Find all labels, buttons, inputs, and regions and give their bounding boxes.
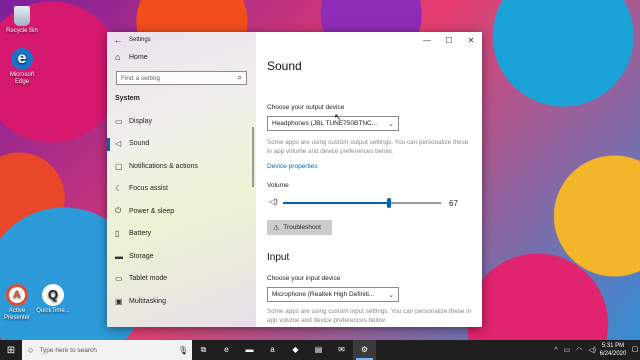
desktop-icon-active-presenter[interactable]: A Active Presenter bbox=[0, 284, 37, 322]
multitasking-icon: ▣ bbox=[115, 296, 123, 306]
desktop-icon-quicktime[interactable]: Q QuickTime... bbox=[33, 284, 73, 315]
sidebar-item-label: Battery bbox=[129, 230, 152, 238]
sidebar: ⌂ Home Find a setting ⌕ System ▭ Display… bbox=[107, 32, 256, 327]
sidebar-item-label: Multitasking bbox=[129, 297, 166, 305]
mouse-cursor-icon: ↖ bbox=[334, 112, 342, 122]
desktop-icon-label: Microsoft Edge bbox=[9, 72, 35, 85]
notification-icon: ▢ bbox=[115, 161, 123, 171]
sidebar-item-battery[interactable]: ▯ Battery bbox=[107, 223, 256, 246]
desktop-icon-label: QuickTime... bbox=[36, 308, 70, 314]
sidebar-item-notifications[interactable]: ▢ Notifications & actions bbox=[107, 155, 256, 178]
home-icon: ⌂ bbox=[115, 52, 121, 62]
moon-icon: ☾ bbox=[115, 184, 123, 194]
sidebar-item-sound[interactable]: ◁ Sound bbox=[107, 133, 256, 156]
search-icon: ⌕ bbox=[237, 73, 242, 82]
device-properties-link[interactable]: Device properties bbox=[267, 163, 318, 170]
windows-start-icon[interactable]: ⊞ bbox=[0, 345, 22, 356]
microphone-icon[interactable]: 🎙 bbox=[178, 346, 192, 355]
active-presenter-icon: A bbox=[6, 284, 28, 306]
amazon-icon[interactable]: a bbox=[261, 340, 284, 360]
monitor-icon: ▭ bbox=[115, 116, 123, 126]
battery-icon[interactable]: ▭ bbox=[564, 346, 571, 354]
desktop-icon-label: Active Presenter bbox=[3, 308, 30, 321]
sidebar-item-storage[interactable]: ▬ Storage bbox=[107, 245, 256, 268]
sidebar-section-title: System bbox=[115, 95, 140, 102]
output-note: Some apps are using custom output settin… bbox=[267, 139, 469, 155]
chevron-down-icon: ⌄ bbox=[388, 120, 394, 128]
chevron-up-icon[interactable]: ^ bbox=[554, 347, 557, 354]
volume-value: 67 bbox=[449, 199, 458, 208]
speaker-icon[interactable]: ◁) bbox=[269, 197, 278, 206]
sidebar-item-display[interactable]: ▭ Display bbox=[107, 110, 256, 133]
find-setting-input[interactable]: Find a setting ⌕ bbox=[116, 71, 247, 85]
sidebar-item-multitasking[interactable]: ▣ Multitasking bbox=[107, 290, 256, 313]
input-heading: Input bbox=[267, 252, 290, 263]
storage-icon: ▬ bbox=[115, 251, 123, 261]
settings-window: ⌂ Home Find a setting ⌕ System ▭ Display… bbox=[107, 32, 482, 327]
sidebar-scrollbar[interactable] bbox=[252, 127, 254, 187]
dropbox-icon[interactable]: ◆ bbox=[284, 340, 307, 360]
explorer-icon[interactable]: ▬ bbox=[238, 340, 261, 360]
sidebar-item-label: Focus assist bbox=[129, 185, 168, 193]
chevron-down-icon: ⌄ bbox=[388, 291, 394, 299]
sidebar-item-label: Display bbox=[129, 117, 152, 125]
task-view-icon[interactable]: ⧉ bbox=[192, 340, 215, 360]
home-label: Home bbox=[129, 53, 148, 61]
taskbar-search-box[interactable]: ○ Type here to search 🎙 bbox=[22, 340, 192, 360]
sidebar-item-label: Storage bbox=[129, 252, 154, 260]
search-placeholder: Find a setting bbox=[121, 74, 161, 82]
tablet-icon: ▭ bbox=[115, 274, 123, 284]
recycle-bin-icon bbox=[14, 6, 30, 26]
battery-icon: ▯ bbox=[115, 229, 120, 239]
power-icon: ⏻ bbox=[115, 206, 122, 216]
volume-slider[interactable] bbox=[283, 198, 441, 208]
search-icon: ○ bbox=[28, 345, 34, 355]
input-note: Some apps are using custom input setting… bbox=[267, 308, 472, 324]
desktop-icon-edge[interactable]: e Microsoft Edge bbox=[2, 48, 42, 86]
taskbar-clock[interactable]: 5:31 PM 6/24/2020 bbox=[596, 342, 630, 358]
notification-center-icon[interactable]: ▢ bbox=[630, 340, 640, 360]
volume-fill bbox=[283, 202, 389, 204]
volume-row: ◁) 67 bbox=[267, 197, 467, 209]
troubleshoot-label: Troubleshoot bbox=[283, 224, 321, 231]
clock-date: 6/24/2020 bbox=[599, 351, 627, 357]
sidebar-item-label: Notifications & actions bbox=[129, 162, 198, 170]
edge-icon: e bbox=[11, 48, 33, 70]
mail-icon[interactable]: ✉ bbox=[330, 340, 353, 360]
input-device-dropdown[interactable]: Microphone (Realtek High Definiti... ⌄ bbox=[267, 287, 399, 302]
quicktime-icon: Q bbox=[42, 284, 64, 306]
edge-icon[interactable]: e bbox=[215, 340, 238, 360]
back-arrow-icon[interactable]: ← bbox=[107, 35, 129, 45]
volume-label: Volume bbox=[267, 182, 289, 189]
speaker-icon: ◁ bbox=[115, 139, 122, 149]
clock-time: 5:31 PM bbox=[601, 343, 625, 349]
input-device-value: Microphone (Realtek High Definiti... bbox=[272, 291, 375, 298]
sidebar-home[interactable]: ⌂ Home bbox=[107, 49, 256, 65]
sidebar-item-power-sleep[interactable]: ⏻ Power & sleep bbox=[107, 200, 256, 223]
sound-page: Sound Choose your output device Headphon… bbox=[267, 32, 477, 327]
volume-icon[interactable]: ◁) bbox=[588, 346, 596, 354]
output-device-label: Choose your output device bbox=[267, 104, 345, 111]
desktop-icon-label: Recycle Bin bbox=[6, 28, 38, 34]
desktop-icon-recycle-bin[interactable]: Recycle Bin bbox=[2, 6, 42, 35]
sidebar-item-focus-assist[interactable]: ☾ Focus assist bbox=[107, 178, 256, 201]
sidebar-item-label: Sound bbox=[129, 140, 150, 148]
taskbar: ⊞ ○ Type here to search 🎙 ⧉ e ▬ a ◆ ▤ ✉ … bbox=[0, 340, 640, 360]
output-device-value: Headphones (JBL TUNE750BTNC... bbox=[272, 120, 378, 127]
input-device-label: Choose your input device bbox=[267, 275, 341, 282]
sidebar-item-tablet-mode[interactable]: ▭ Tablet mode bbox=[107, 268, 256, 291]
page-title: Sound bbox=[267, 59, 302, 73]
warning-icon: ⚠ bbox=[273, 224, 280, 232]
sidebar-item-label: Power & sleep bbox=[129, 207, 175, 215]
sidebar-item-label: Tablet mode bbox=[129, 275, 168, 283]
network-icon[interactable]: ◠ bbox=[576, 346, 582, 354]
store-icon[interactable]: ▤ bbox=[307, 340, 330, 360]
output-device-dropdown[interactable]: Headphones (JBL TUNE750BTNC... ⌄ bbox=[267, 116, 399, 131]
taskbar-search-placeholder: Type here to search bbox=[39, 346, 97, 354]
system-tray: ^ ▭ ◠ ◁) bbox=[548, 340, 596, 360]
volume-slider-thumb[interactable] bbox=[386, 198, 391, 208]
troubleshoot-button[interactable]: ⚠ Troubleshoot bbox=[267, 220, 332, 235]
settings-icon[interactable]: ⚙ bbox=[353, 340, 376, 360]
